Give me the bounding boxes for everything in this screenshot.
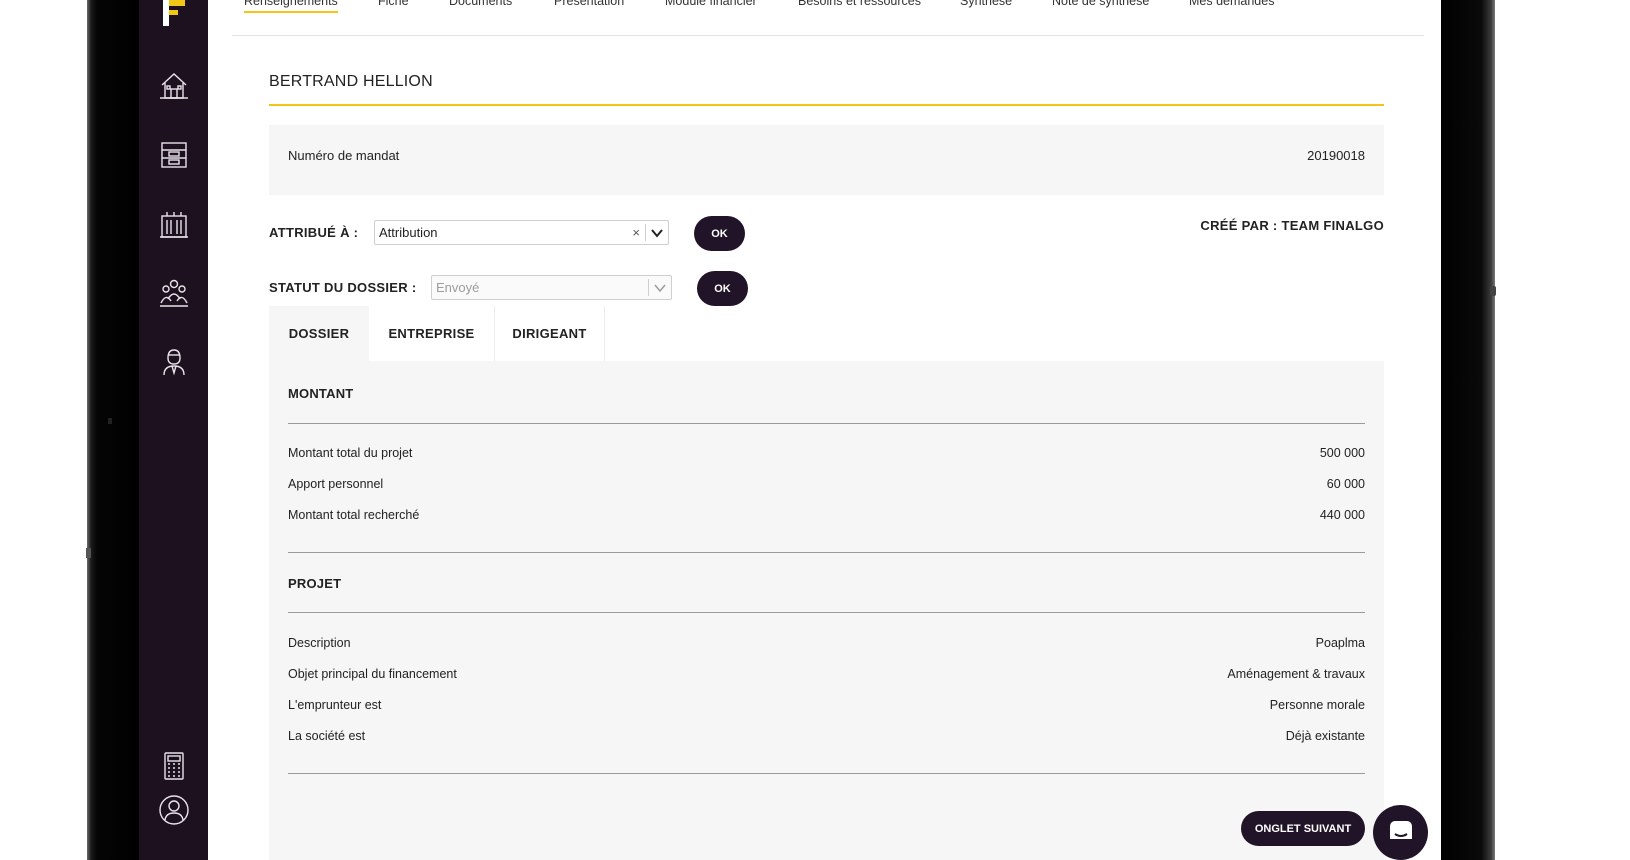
mandat-label: Numéro de mandat (288, 148, 400, 163)
tab-module-financier[interactable]: Module financier (665, 0, 757, 8)
device-side-button (86, 548, 91, 558)
row-label: La société est (288, 729, 366, 743)
app-screen: Renseignements Fiche Documents Présentat… (139, 0, 1441, 860)
building-icon[interactable] (156, 206, 192, 242)
row-value: 60 000 (1326, 477, 1365, 491)
chat-icon (1389, 820, 1412, 844)
user-profile-icon[interactable] (156, 792, 192, 828)
dossier-panel: MONTANT Montant total du projet 500 000 … (269, 361, 1384, 860)
page-title: BERTRAND HELLION (269, 73, 433, 90)
row-label: Objet principal du financement (288, 667, 457, 681)
finalgo-logo-icon[interactable] (163, 0, 185, 26)
next-tab-button[interactable]: ONGLET SUIVANT (1241, 811, 1365, 846)
archive-box-icon[interactable] (156, 137, 192, 173)
tab-synthese[interactable]: Synthèse (960, 0, 1012, 8)
section-divider (288, 552, 1365, 553)
attribution-label: ATTRIBUÉ À : (269, 225, 359, 240)
mandat-info-box: Numéro de mandat 20190018 (269, 125, 1384, 195)
chevron-down-icon[interactable] (650, 227, 664, 239)
row-label: Montant total recherché (288, 508, 420, 522)
attribution-ok-button[interactable]: OK (694, 216, 745, 251)
tab-fiche[interactable]: Fiche (378, 0, 409, 8)
device-bezel-left (87, 0, 139, 860)
mandat-value: 20190018 (1307, 148, 1365, 163)
device-sensor (108, 418, 114, 424)
attribution-value: Attribution (379, 225, 438, 240)
row-value: 440 000 (1319, 508, 1365, 522)
select-separator (648, 279, 649, 296)
row-label: Description (288, 636, 351, 650)
row-value: Personne morale (1269, 698, 1365, 712)
calculator-icon[interactable] (156, 748, 192, 784)
tab-documents[interactable]: Documents (449, 0, 512, 8)
tab-renseignements[interactable]: Renseignements (244, 0, 338, 13)
top-navigation: Renseignements Fiche Documents Présentat… (232, 0, 1424, 36)
advisor-icon[interactable] (156, 344, 192, 380)
tab-dirigeant[interactable]: DIRIGEANT (495, 306, 605, 361)
tab-mes-demandes[interactable]: Mes demandes (1189, 0, 1274, 8)
title-divider (269, 104, 1384, 106)
tab-besoins-ressources[interactable]: Besoins et ressources (798, 0, 921, 8)
tab-dossier[interactable]: DOSSIER (269, 306, 369, 361)
sidebar (139, 0, 208, 860)
row-label: Apport personnel (288, 477, 384, 491)
chat-launcher[interactable] (1373, 805, 1428, 860)
device-side-button (1490, 286, 1496, 296)
select-separator (645, 224, 646, 241)
statut-ok-button[interactable]: OK (697, 271, 748, 306)
team-icon[interactable] (156, 275, 192, 311)
row-label: Montant total du projet (288, 446, 413, 460)
device-bezel-right (1441, 0, 1495, 860)
tab-entreprise[interactable]: ENTREPRISE (369, 306, 495, 361)
section-divider (288, 612, 1365, 613)
house-icon[interactable] (156, 68, 192, 104)
section-title-montant: MONTANT (288, 386, 354, 401)
attribution-select[interactable]: Attribution × (374, 220, 669, 245)
section-title-projet: PROJET (288, 576, 342, 591)
row-label: L'emprunteur est (288, 698, 382, 712)
statut-value: Envoyé (436, 280, 480, 295)
statut-label: STATUT DU DOSSIER : (269, 280, 417, 295)
clear-icon[interactable]: × (632, 225, 640, 240)
tab-note-synthese[interactable]: Note de synthèse (1052, 0, 1149, 8)
created-by-label: CRÉÉ PAR : TEAM FINALGO (1200, 218, 1384, 233)
row-value: Poaplma (1315, 636, 1365, 650)
row-value: Aménagement & travaux (1227, 667, 1365, 681)
tab-presentation[interactable]: Présentation (554, 0, 624, 8)
chevron-down-icon[interactable] (653, 282, 667, 294)
statut-select[interactable]: Envoyé (431, 275, 672, 300)
section-divider (288, 773, 1365, 774)
row-value: 500 000 (1319, 446, 1365, 460)
row-value: Déjà existante (1285, 729, 1365, 743)
section-divider (288, 423, 1365, 424)
